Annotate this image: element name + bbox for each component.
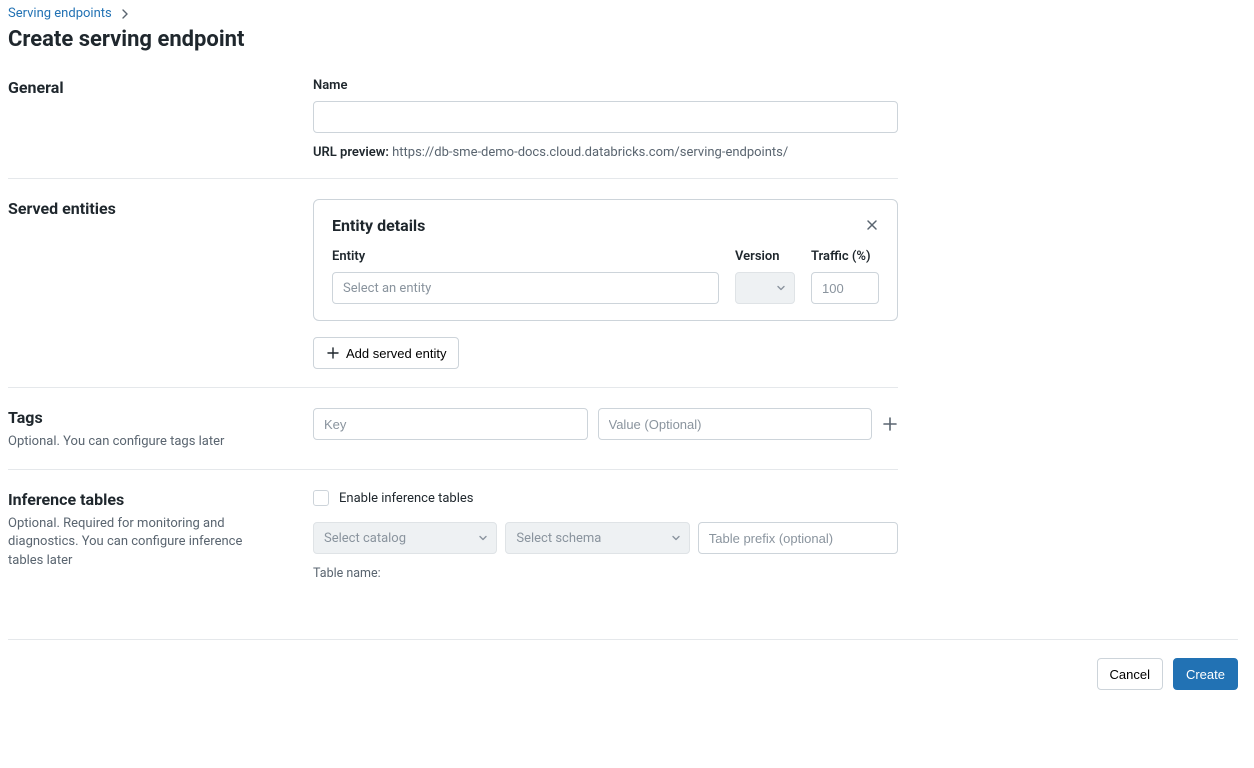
entity-details-card: Entity details Entity Select an entity V… [313, 199, 898, 321]
url-preview-value: https://db-sme-demo-docs.cloud.databrick… [392, 145, 788, 160]
tag-key-input[interactable] [313, 408, 588, 440]
page-title: Create serving endpoint [8, 27, 1246, 52]
table-prefix-input[interactable] [698, 522, 898, 554]
inference-subtext: Optional. Required for monitoring and di… [8, 515, 268, 570]
add-tag-button[interactable] [882, 414, 898, 434]
footer-bar: Cancel Create [8, 639, 1238, 690]
create-button[interactable]: Create [1173, 658, 1238, 690]
table-name-label: Table name: [313, 566, 898, 581]
section-inference-tables: Inference tables Optional. Required for … [8, 470, 898, 599]
chevron-right-icon [120, 9, 130, 19]
enable-inference-checkbox[interactable] [313, 490, 329, 506]
inference-heading: Inference tables [8, 490, 313, 509]
cancel-button[interactable]: Cancel [1097, 658, 1163, 690]
entity-details-title: Entity details [332, 216, 879, 235]
served-entities-heading: Served entities [8, 199, 313, 218]
enable-inference-label: Enable inference tables [339, 491, 474, 506]
chevron-down-icon [671, 533, 681, 543]
name-label: Name [313, 78, 898, 93]
tags-subtext: Optional. You can configure tags later [8, 433, 268, 451]
catalog-placeholder: Select catalog [324, 531, 406, 546]
chevron-down-icon [478, 533, 488, 543]
add-served-entity-label: Add served entity [346, 346, 446, 361]
catalog-select[interactable]: Select catalog [313, 522, 497, 554]
url-preview-label: URL preview: [313, 145, 389, 160]
tags-heading: Tags [8, 408, 313, 427]
plus-icon [326, 346, 340, 360]
close-icon[interactable] [863, 216, 881, 234]
section-tags: Tags Optional. You can configure tags la… [8, 388, 898, 470]
traffic-label: Traffic (%) [811, 249, 879, 264]
version-label: Version [735, 249, 795, 264]
entity-select[interactable]: Select an entity [332, 272, 719, 304]
tag-value-input[interactable] [598, 408, 873, 440]
entity-select-placeholder: Select an entity [343, 281, 431, 296]
url-preview: URL preview: https://db-sme-demo-docs.cl… [313, 145, 898, 160]
schema-select[interactable]: Select schema [505, 522, 689, 554]
name-input[interactable] [313, 101, 898, 133]
general-heading: General [8, 78, 313, 97]
chevron-down-icon [776, 283, 786, 293]
schema-placeholder: Select schema [516, 531, 601, 546]
traffic-input[interactable] [811, 272, 879, 304]
entity-label: Entity [332, 249, 719, 264]
section-served-entities: Served entities Entity details Entity Se… [8, 179, 898, 388]
section-general: General Name URL preview: https://db-sme… [8, 70, 898, 179]
add-served-entity-button[interactable]: Add served entity [313, 337, 459, 369]
version-select[interactable] [735, 272, 795, 304]
breadcrumb-parent-link[interactable]: Serving endpoints [8, 6, 112, 21]
breadcrumb: Serving endpoints [8, 0, 1246, 25]
